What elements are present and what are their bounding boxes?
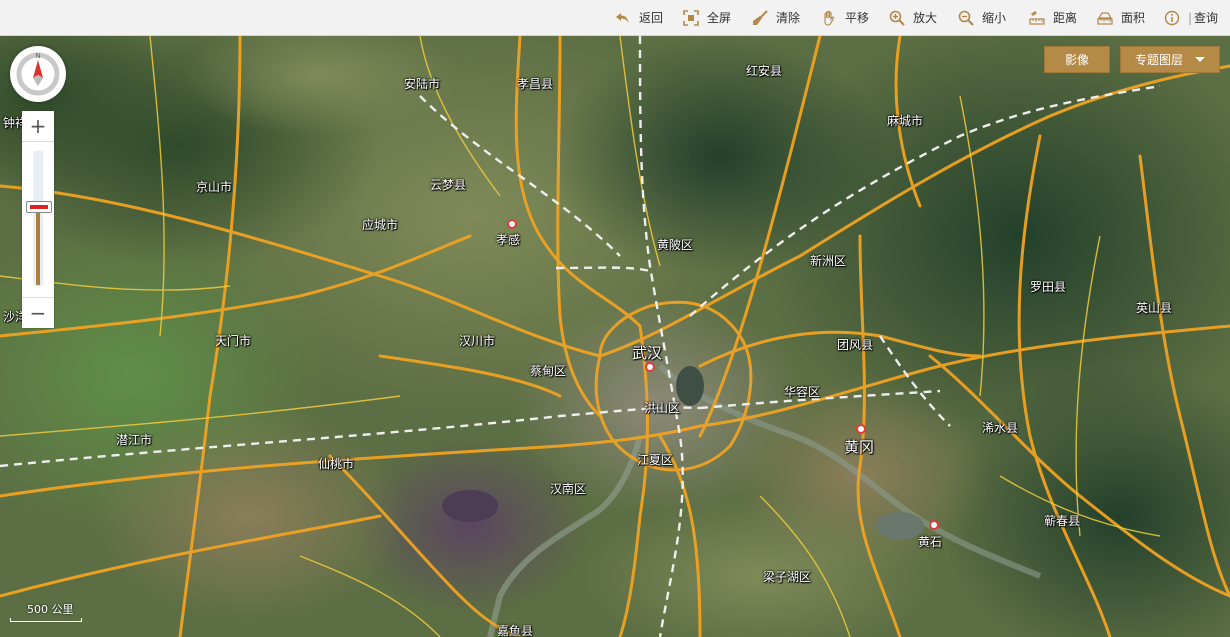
scale-bar: 500 公里 — [10, 601, 82, 622]
area-label: 面积 — [1121, 11, 1146, 25]
zoom-out-button[interactable]: − — [22, 297, 54, 328]
fullscreen-button[interactable]: 全屏 — [683, 0, 731, 35]
place-label: 云梦县 — [430, 178, 467, 192]
ruler-distance-icon — [1029, 10, 1045, 25]
thematic-label: 专题图层 — [1134, 53, 1183, 67]
query-button[interactable]: | 查询 — [1164, 0, 1218, 35]
clear-label: 清除 — [776, 11, 801, 25]
info-icon — [1164, 10, 1180, 25]
place-label: 蕲春县 — [1044, 514, 1081, 528]
place-label: 汉南区 — [550, 482, 587, 496]
place-label: 江夏区 — [637, 453, 674, 467]
city-marker[interactable] — [929, 520, 939, 530]
distance-label: 距离 — [1053, 11, 1078, 25]
separator: | — [1188, 10, 1193, 25]
zoom-in-button[interactable]: + — [22, 111, 54, 142]
city-marker[interactable] — [856, 424, 866, 434]
place-label: 红安县 — [746, 64, 783, 78]
zoom-out-tool[interactable]: 缩小 — [958, 0, 1006, 35]
place-label: 罗田县 — [1030, 280, 1067, 294]
back-arrow-icon — [616, 12, 629, 23]
place-label: 嘉鱼县 — [497, 624, 534, 637]
zoom-control: + − — [22, 111, 54, 328]
place-label: 天门市 — [215, 334, 252, 348]
place-label: 华容区 — [784, 385, 821, 399]
place-label: 英山县 — [1136, 301, 1173, 315]
satellite-imagery — [0, 36, 1230, 637]
place-label: 汉川市 — [459, 334, 496, 348]
map-toolbar: 返回 全屏 清除 平移 放大 缩小 距离 面积 | 查询 — [0, 0, 1230, 36]
pan-label: 平移 — [845, 11, 870, 25]
zoom-slider-handle[interactable] — [26, 201, 52, 213]
zoom-slider-fill — [36, 209, 40, 285]
zoom-in-label: 放大 — [913, 11, 938, 25]
place-label: 仙桃市 — [318, 457, 355, 471]
place-label: 应城市 — [362, 218, 399, 232]
broom-icon — [753, 9, 768, 25]
area-button[interactable]: 面积 — [1097, 0, 1145, 35]
place-label: 安陆市 — [404, 77, 441, 91]
place-label: 洪山区 — [644, 401, 681, 415]
zoom-out-label: 缩小 — [982, 11, 1007, 25]
place-label: 浠水县 — [982, 421, 1019, 435]
zoom-in-tool[interactable]: 放大 — [889, 0, 937, 35]
imagery-label: 影像 — [1064, 53, 1089, 67]
city-marker[interactable] — [645, 362, 655, 372]
compass-north-label: N — [35, 52, 40, 60]
place-label: 武汉 — [632, 344, 663, 362]
area-icon — [1097, 11, 1113, 25]
query-label: 查询 — [1194, 11, 1219, 25]
clear-button[interactable]: 清除 — [752, 0, 800, 35]
place-label: 潜江市 — [116, 433, 153, 447]
scale-bar-label: 500 公里 — [27, 603, 74, 616]
back-button[interactable]: 返回 — [615, 0, 663, 35]
zoom-out-icon — [958, 10, 974, 26]
place-label: 蔡甸区 — [530, 364, 567, 378]
chevron-down-icon — [1195, 57, 1205, 62]
place-label: 京山市 — [196, 180, 233, 194]
imagery-layer-button[interactable]: 影像 — [1044, 46, 1110, 73]
place-label: 麻城市 — [887, 114, 924, 128]
fullscreen-icon — [683, 9, 699, 26]
place-label: 新洲区 — [810, 254, 847, 268]
place-label: 黄陂区 — [657, 238, 694, 252]
compass-control[interactable]: N — [10, 46, 66, 102]
hand-pan-icon — [824, 10, 835, 26]
place-label: 黄石 — [918, 535, 943, 549]
satellite-map[interactable]: 钟祥 安陆市 孝昌县 红安县 麻城市 京山市 云梦县 应城市 孝感 黄陂区 新洲… — [0, 36, 1230, 637]
place-label: 孝感 — [496, 233, 521, 247]
city-marker[interactable] — [507, 219, 517, 229]
scale-bar-line — [10, 618, 82, 622]
place-label: 孝昌县 — [517, 77, 554, 91]
place-label: 梁子湖区 — [763, 570, 812, 584]
pan-button[interactable]: 平移 — [821, 0, 869, 35]
distance-button[interactable]: 距离 — [1029, 0, 1077, 35]
thematic-layer-dropdown[interactable]: 专题图层 — [1120, 46, 1220, 73]
compass-icon: N — [16, 52, 60, 96]
zoom-in-icon — [889, 10, 905, 26]
place-label: 团风县 — [837, 338, 874, 352]
fullscreen-label: 全屏 — [707, 11, 732, 25]
place-label: 黄冈 — [844, 438, 875, 456]
back-label: 返回 — [639, 11, 664, 25]
